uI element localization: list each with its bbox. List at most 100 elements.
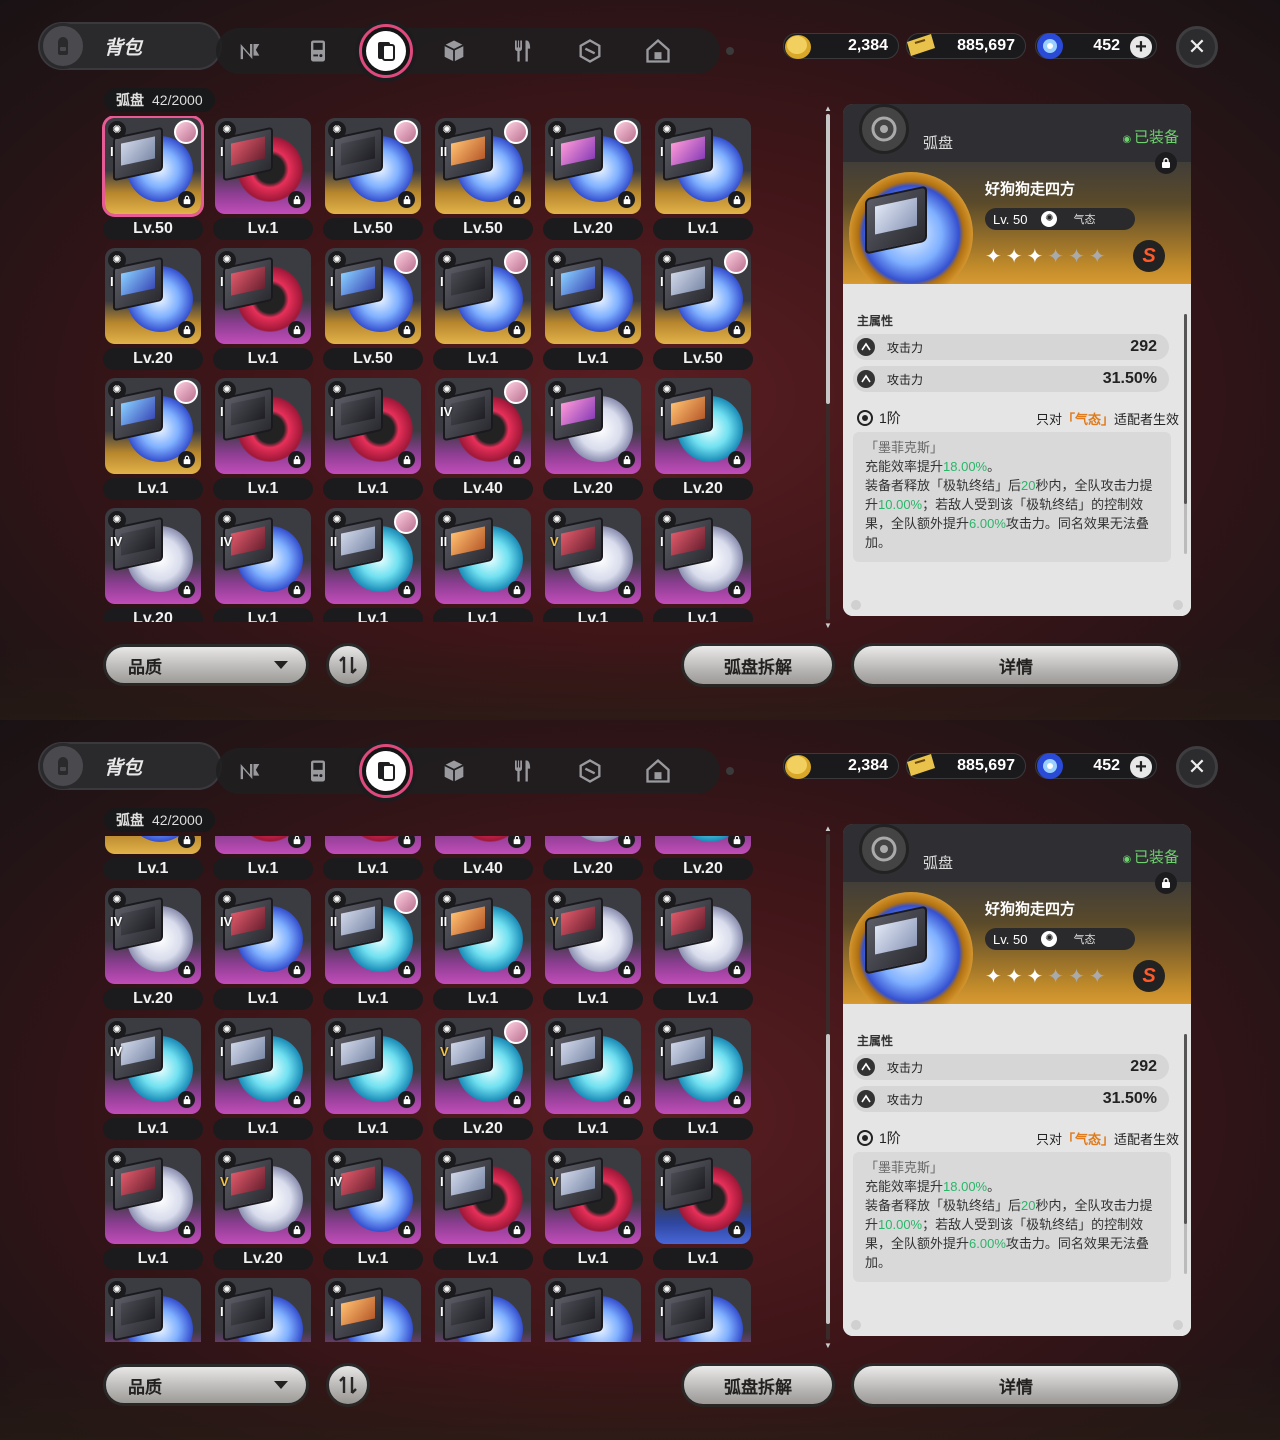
disc-item[interactable]: ✺ Lv.1 <box>210 836 320 886</box>
tab-disc-drive[interactable] <box>352 744 420 798</box>
disc-item[interactable]: ✺ I Lv.50 <box>320 116 430 246</box>
tab-food[interactable] <box>488 28 556 74</box>
detail-lock-button[interactable] <box>1155 872 1177 894</box>
lock-icon[interactable] <box>178 1221 195 1238</box>
lock-icon[interactable] <box>508 321 525 338</box>
disc-item[interactable]: ✺ I <box>100 1276 210 1342</box>
quality-filter-dropdown[interactable]: 品质 <box>103 644 309 686</box>
lock-icon[interactable] <box>508 1221 525 1238</box>
disc-item[interactable]: ✺ V Lv.1 <box>540 506 650 622</box>
disc-item[interactable]: ✺ Lv.1 <box>100 836 210 886</box>
detail-lock-button[interactable] <box>1155 152 1177 174</box>
disc-item[interactable]: ✺ I Lv.20 <box>100 246 210 376</box>
disc-item[interactable]: ✺ Lv.1 <box>320 836 430 886</box>
disc-item[interactable]: ✺ I Lv.20 <box>650 376 760 506</box>
detail-scrollbar[interactable] <box>1184 1034 1187 1274</box>
lock-icon[interactable] <box>288 451 305 468</box>
disc-item[interactable]: ✺ I Lv.1 <box>210 246 320 376</box>
lock-icon[interactable] <box>508 191 525 208</box>
disc-item[interactable]: ✺ I <box>430 1276 540 1342</box>
lock-icon[interactable] <box>398 191 415 208</box>
lock-icon[interactable] <box>618 1091 635 1108</box>
lock-icon[interactable] <box>288 581 305 598</box>
tab-food[interactable] <box>488 748 556 794</box>
disc-item[interactable]: ✺ I Lv.1 <box>540 246 650 376</box>
disc-item[interactable]: ✺ I Lv.50 <box>320 246 430 376</box>
disc-grid-viewport[interactable]: ✺ I Lv.50 ✺ I Lv.1 ✺ I Lv.50 ✺ II Lv.50 ✺ I Lv.20 ✺ I Lv.… <box>100 116 760 622</box>
lock-icon[interactable] <box>728 1221 745 1238</box>
tab-agent[interactable] <box>216 28 284 74</box>
quality-filter-dropdown[interactable]: 品质 <box>103 1364 309 1406</box>
lock-icon[interactable] <box>398 836 415 848</box>
disc-item[interactable]: ✺ I Lv.1 <box>100 376 210 506</box>
add-currency-button[interactable]: + <box>1130 36 1152 58</box>
detail-scrollbar-thumb[interactable] <box>1184 1034 1187 1224</box>
dismantle-button[interactable]: 弧盘拆解 <box>681 643 835 687</box>
tab-box[interactable] <box>420 28 488 74</box>
sort-order-button[interactable] <box>326 1363 370 1407</box>
disc-item[interactable]: ✺ IV Lv.1 <box>100 1016 210 1146</box>
lock-icon[interactable] <box>178 961 195 978</box>
disc-item[interactable]: ✺ II Lv.50 <box>430 116 540 246</box>
lock-icon[interactable] <box>398 451 415 468</box>
disc-item[interactable]: ✺ I <box>210 1276 320 1342</box>
close-button[interactable]: ✕ <box>1176 26 1218 68</box>
detail-scrollbar[interactable] <box>1184 314 1187 554</box>
lock-icon[interactable] <box>178 451 195 468</box>
tab-box[interactable] <box>420 748 488 794</box>
lock-icon[interactable] <box>398 1091 415 1108</box>
lock-icon[interactable] <box>178 321 195 338</box>
lock-icon[interactable] <box>618 581 635 598</box>
lock-icon[interactable] <box>288 1221 305 1238</box>
disc-item[interactable]: ✺ I Lv.1 <box>210 1016 320 1146</box>
disc-item[interactable]: ✺ II Lv.1 <box>320 506 430 622</box>
grid-scrollbar-thumb[interactable] <box>826 1034 830 1324</box>
disc-item[interactable]: ✺ I Lv.1 <box>320 1016 430 1146</box>
disc-item[interactable]: ✺ I <box>540 1276 650 1342</box>
disc-item[interactable]: ✺ I <box>650 1276 760 1342</box>
disc-item[interactable]: ✺ I Lv.1 <box>430 246 540 376</box>
lock-icon[interactable] <box>398 581 415 598</box>
disc-item[interactable]: ✺ IV Lv.40 <box>430 376 540 506</box>
tab-home[interactable] <box>624 28 692 74</box>
disc-item[interactable]: ✺ V Lv.20 <box>430 1016 540 1146</box>
disc-item[interactable]: ✺ I Lv.50 <box>650 246 760 376</box>
lock-icon[interactable] <box>398 321 415 338</box>
lock-icon[interactable] <box>288 321 305 338</box>
tab-gameboy[interactable] <box>284 28 352 74</box>
disc-item[interactable]: ✺ I <box>320 1276 430 1342</box>
detail-scrollbar-thumb[interactable] <box>1184 314 1187 504</box>
lock-icon[interactable] <box>618 836 635 848</box>
disc-item[interactable]: ✺ I Lv.20 <box>540 116 650 246</box>
disc-item[interactable]: ✺ IV Lv.20 <box>100 506 210 622</box>
lock-icon[interactable] <box>178 581 195 598</box>
add-currency-button[interactable]: + <box>1130 756 1152 778</box>
disc-item[interactable]: ✺ I Lv.1 <box>650 506 760 622</box>
lock-icon[interactable] <box>178 836 195 848</box>
disc-item[interactable]: ✺ I Lv.1 <box>210 376 320 506</box>
scroll-up-arrow-icon[interactable]: ▲ <box>824 104 832 113</box>
tab-gameboy[interactable] <box>284 748 352 794</box>
grid-scrollbar[interactable]: ▲ ▼ <box>824 824 832 1350</box>
tab-cube-pack[interactable] <box>556 748 624 794</box>
lock-icon[interactable] <box>398 961 415 978</box>
disc-item[interactable]: ✺ IV Lv.1 <box>210 506 320 622</box>
tab-agent[interactable] <box>216 748 284 794</box>
scroll-up-arrow-icon[interactable]: ▲ <box>824 824 832 833</box>
disc-item[interactable]: ✺ IV Lv.20 <box>100 886 210 1016</box>
lock-icon[interactable] <box>728 191 745 208</box>
tab-disc-drive[interactable] <box>352 24 420 78</box>
disc-item[interactable]: ✺ I Lv.1 <box>540 1016 650 1146</box>
lock-icon[interactable] <box>508 1091 525 1108</box>
grid-scrollbar-thumb[interactable] <box>826 114 830 404</box>
disc-item[interactable]: ✺ I Lv.1 <box>320 376 430 506</box>
disc-item[interactable]: ✺ II Lv.1 <box>430 886 540 1016</box>
disc-item[interactable]: ✺ I Lv.1 <box>650 116 760 246</box>
lock-icon[interactable] <box>618 1221 635 1238</box>
lock-icon[interactable] <box>398 1221 415 1238</box>
disc-item[interactable]: ✺ Lv.20 <box>540 836 650 886</box>
disc-item[interactable]: ✺ I Lv.1 <box>650 1146 760 1276</box>
lock-icon[interactable] <box>288 191 305 208</box>
lock-icon[interactable] <box>508 581 525 598</box>
disc-item[interactable]: ✺ II Lv.1 <box>430 506 540 622</box>
